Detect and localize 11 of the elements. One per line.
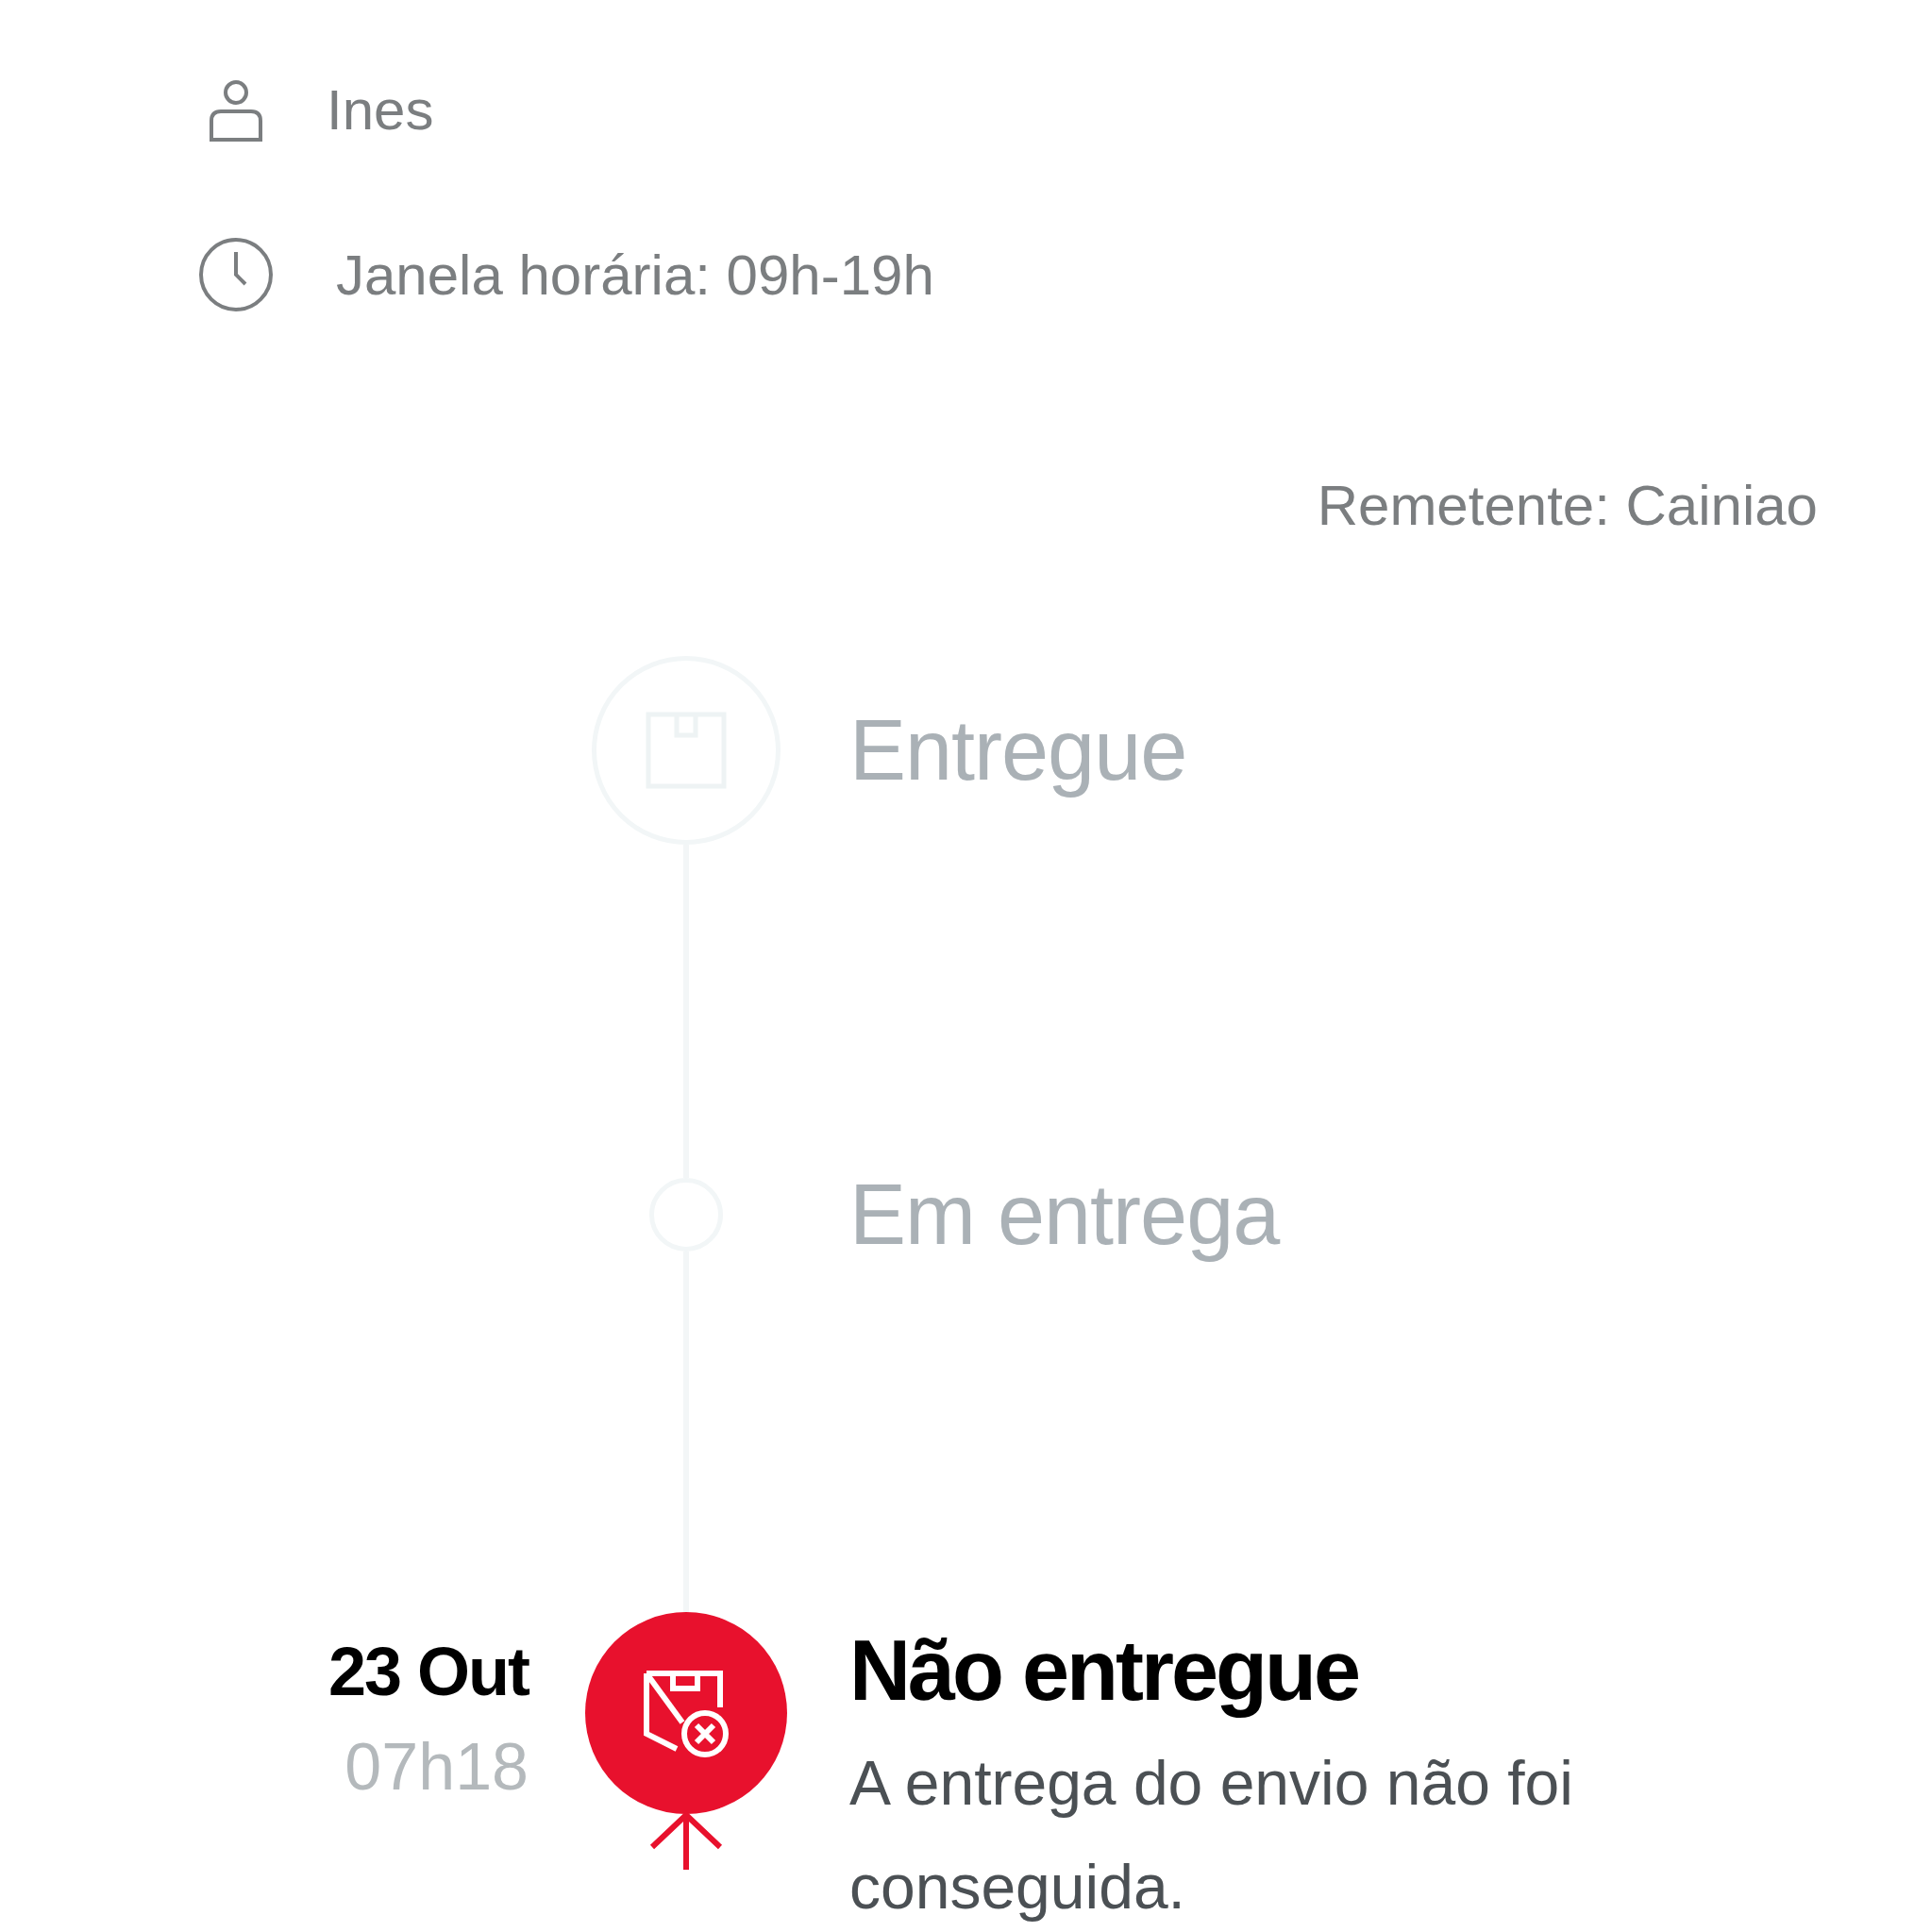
clock-icon <box>198 237 274 312</box>
status-title: Não entregue <box>849 1622 1359 1720</box>
status-description: A entrega do envio não foi conseguida. <box>849 1747 1574 1924</box>
status-title: Em entrega <box>849 1167 1280 1264</box>
status-title: Entregue <box>849 702 1187 799</box>
event-date: 23 Out <box>327 1633 529 1710</box>
time-window: Janela horária: 09h-19h <box>336 242 934 308</box>
event-time: 07h18 <box>344 1729 529 1805</box>
sender-label: Remetente: Cainiao <box>1317 473 1818 538</box>
person-icon <box>208 78 264 142</box>
recipient-name: Ines <box>327 77 434 143</box>
